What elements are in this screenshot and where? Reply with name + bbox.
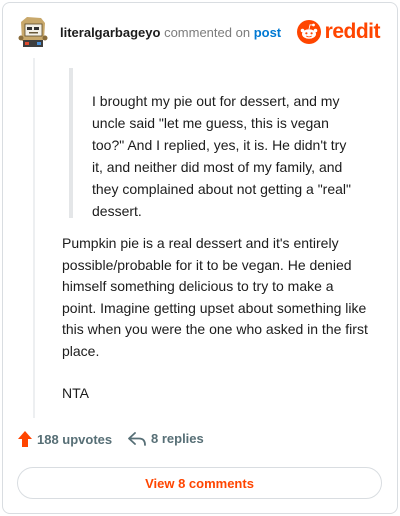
thread-line[interactable] [33, 58, 35, 418]
comment-line: this when you were the one who asked in … [62, 321, 368, 337]
quote-bar [69, 68, 73, 218]
quote-line: dessert. [92, 203, 142, 219]
reply-button[interactable]: 8 replies [128, 431, 204, 446]
reddit-snoo-icon [296, 20, 321, 44]
reply-count: 8 replies [151, 431, 204, 446]
comment-paragraph: Pumpkin pie is a real dessert and it's e… [62, 233, 382, 362]
comment-paragraph-verdict: NTA [62, 385, 89, 401]
comment-header: literalgarbageyo commented on post reddi… [18, 16, 381, 48]
quote-line: I brought my pie out for dessert, and my [92, 93, 340, 109]
reddit-wordmark: reddit [324, 20, 381, 43]
comment-line: Pumpkin pie is a real dessert and it's e… [62, 235, 339, 251]
comment-line: place. [62, 342, 100, 359]
upvote-button[interactable]: 188 upvotes [18, 431, 112, 447]
view-comments-button[interactable]: View 8 comments [17, 467, 382, 499]
quote-line: it, and neither did most of my family, a… [92, 159, 343, 175]
comment-line: possible/probable for it to be vegan. He… [62, 256, 352, 273]
quote-line: too?" And I replied, yes, it is. He didn… [92, 137, 347, 153]
upvote-arrow-icon [18, 431, 32, 447]
reddit-logo[interactable]: reddit [296, 19, 381, 45]
user-avatar[interactable] [18, 16, 48, 48]
comment-actions: 188 upvotes 8 replies [18, 431, 378, 453]
upvote-count: 188 upvotes [37, 431, 113, 447]
post-link[interactable]: post [254, 25, 281, 40]
comment-line: point. Imagine getting upset about somet… [62, 299, 367, 316]
quote-line: they complained about not getting a "rea… [92, 181, 351, 197]
reply-arrow-icon [128, 431, 146, 446]
username-link[interactable]: literalgarbageyo [60, 25, 160, 40]
header-text: literalgarbageyo commented on post [60, 26, 281, 40]
comment-body: Pumpkin pie is a real dessert and it's e… [62, 233, 382, 426]
comment-line: himself something delicious to try to ma… [62, 278, 334, 294]
action-text: commented on [164, 25, 251, 40]
quote-line: uncle said "let me guess, this is vegan [92, 115, 329, 131]
blockquote: I brought my pie out for dessert, and my… [92, 90, 377, 222]
